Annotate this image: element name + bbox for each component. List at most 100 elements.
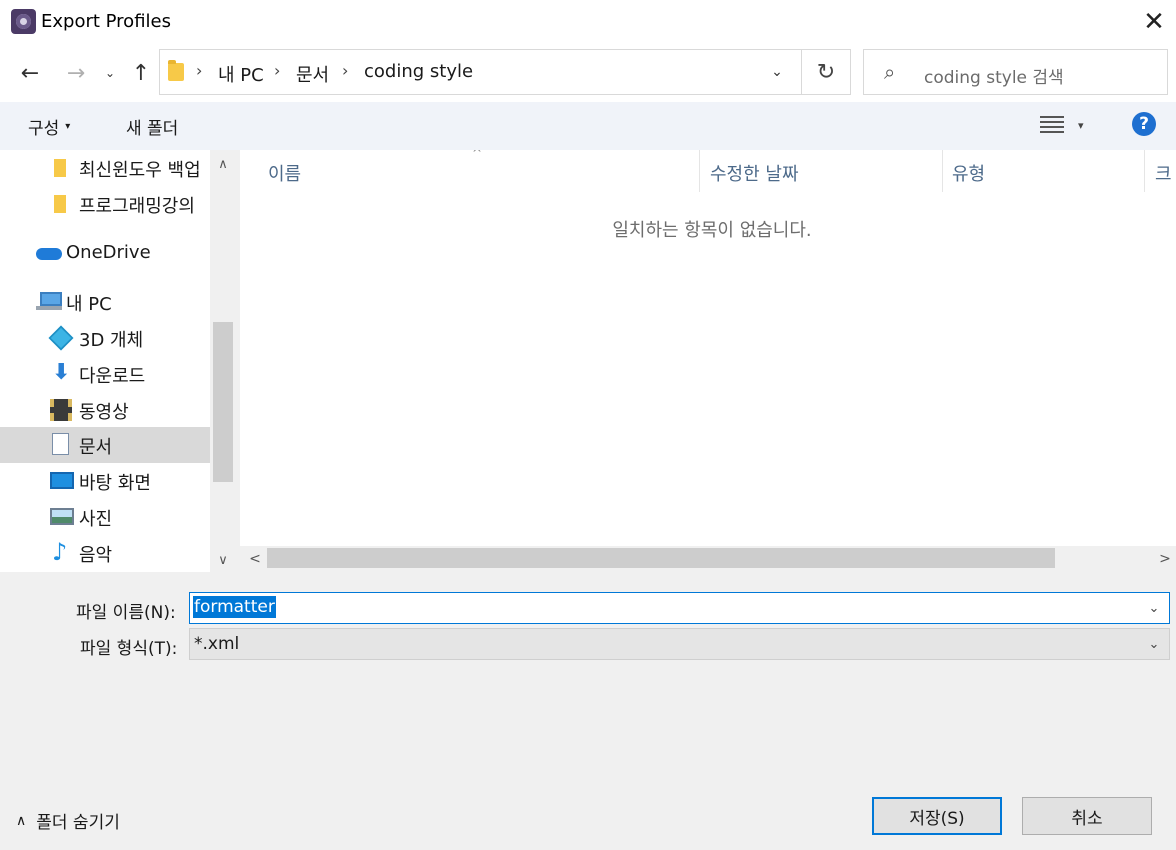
refresh-button[interactable]: ↻ xyxy=(802,50,850,94)
sidebar-item-label: 내 PC xyxy=(66,294,112,315)
sidebar-item-windows-backup[interactable]: 최신윈도우 백업 xyxy=(0,150,210,186)
sidebar-item-label: 3D 개체 xyxy=(79,330,144,351)
desktop-icon xyxy=(50,472,74,489)
close-button[interactable]: ✕ xyxy=(1132,0,1176,44)
filename-input[interactable]: formatter ⌄ xyxy=(189,592,1170,624)
chevron-down-icon: ⌄ xyxy=(771,64,783,80)
breadcrumb-separator: › xyxy=(274,61,281,80)
address-dropdown-button[interactable]: ⌄ xyxy=(762,58,792,86)
horizontal-scrollbar[interactable]: < > xyxy=(240,546,1176,572)
caret-down-icon: ▾ xyxy=(1078,118,1084,132)
filename-label: 파일 이름(N): xyxy=(76,603,176,623)
column-header-name[interactable]: 이름 xyxy=(268,160,301,186)
sidebar-item-label: 최신윈도우 백업 xyxy=(79,160,201,181)
breadcrumb-separator: › xyxy=(342,61,349,80)
back-button[interactable]: ← xyxy=(14,58,46,88)
scrollbar-thumb[interactable] xyxy=(213,322,233,482)
chevron-up-icon: ∧ xyxy=(218,156,228,172)
sidebar-item-label: 문서 xyxy=(79,437,113,458)
sidebar-item-label: 음악 xyxy=(79,545,113,566)
sidebar-item-label: 바탕 화면 xyxy=(79,473,151,494)
filetype-label: 파일 형식(T): xyxy=(80,639,178,659)
breadcrumb-mypc[interactable]: 내 PC xyxy=(218,61,264,87)
chevron-down-icon: ⌄ xyxy=(1148,600,1160,616)
breadcrumb-coding-style[interactable]: coding style xyxy=(364,61,473,82)
column-divider[interactable] xyxy=(942,150,943,192)
filetype-select[interactable]: *.xml ⌄ xyxy=(189,628,1170,660)
filetype-value: *.xml xyxy=(194,634,240,654)
cloud-icon xyxy=(36,248,62,260)
sidebar-item-music[interactable]: ♪ 음악 xyxy=(0,535,210,571)
column-header-size[interactable]: 크 xyxy=(1155,160,1172,186)
sidebar-item-downloads[interactable]: ⬇ 다운로드 xyxy=(0,356,210,392)
folder-icon xyxy=(168,60,184,81)
scroll-left-button[interactable]: < xyxy=(244,546,266,572)
column-divider[interactable] xyxy=(1144,150,1145,192)
scroll-down-button[interactable]: ∨ xyxy=(210,548,236,572)
filename-dropdown-button[interactable]: ⌄ xyxy=(1141,595,1167,621)
arrow-left-icon: ← xyxy=(20,60,40,86)
sidebar-item-documents[interactable]: 문서 xyxy=(0,427,210,463)
chevron-right-icon: > xyxy=(1159,551,1171,567)
search-placeholder: coding style 검색 xyxy=(924,68,1064,88)
sidebar-item-videos[interactable]: 동영상 xyxy=(0,392,210,428)
scroll-right-button[interactable]: > xyxy=(1154,546,1176,572)
search-input[interactable]: ⌕ coding style 검색 xyxy=(863,49,1168,95)
navigation-pane: 최신윈도우 백업 프로그래밍강의 OneDrive 내 PC 3D 개체 ⬇ 다… xyxy=(0,150,236,572)
folder-icon xyxy=(54,195,66,213)
save-button[interactable]: 저장(S) xyxy=(872,797,1002,835)
scroll-up-button[interactable]: ∧ xyxy=(210,152,236,176)
help-button[interactable]: ? xyxy=(1132,112,1156,136)
breadcrumb-documents[interactable]: 문서 xyxy=(296,61,329,87)
chevron-down-icon: ⌄ xyxy=(1148,636,1160,652)
command-bar: 구성 ▾ 새 폴더 ▾ xyxy=(0,102,1176,150)
sidebar-item-label: 다운로드 xyxy=(79,366,146,387)
hide-folders-button[interactable]: ∧ 폴더 숨기기 xyxy=(16,808,120,834)
view-options-button[interactable]: ▾ xyxy=(1040,114,1084,136)
empty-folder-message: 일치하는 항목이 없습니다. xyxy=(612,220,812,241)
organize-label: 구성 xyxy=(28,119,60,139)
cancel-button[interactable]: 취소 xyxy=(1022,797,1152,835)
sidebar-item-pictures[interactable]: 사진 xyxy=(0,499,210,535)
up-button[interactable]: ↑ xyxy=(126,58,156,88)
file-list: ^ 이름 수정한 날짜 유형 크 일치하는 항목이 없습니다. < > xyxy=(240,150,1176,572)
scrollbar-thumb[interactable] xyxy=(267,548,1055,568)
cube-icon xyxy=(48,325,74,351)
hide-folders-label: 폴더 숨기기 xyxy=(36,813,120,833)
chevron-down-icon: ⌄ xyxy=(104,66,116,80)
arrow-right-icon: → xyxy=(66,60,86,86)
column-divider[interactable] xyxy=(699,150,700,192)
filetype-dropdown-button[interactable]: ⌄ xyxy=(1141,631,1167,657)
computer-icon xyxy=(40,292,62,306)
chevron-left-icon: < xyxy=(249,551,261,567)
column-header-date-modified[interactable]: 수정한 날짜 xyxy=(710,160,799,186)
document-icon xyxy=(52,433,69,455)
chevron-down-icon: ∨ xyxy=(218,552,228,568)
organize-button[interactable]: 구성 ▾ xyxy=(28,114,70,139)
details-view-icon xyxy=(1040,114,1064,136)
sidebar-item-onedrive[interactable]: OneDrive xyxy=(0,236,210,272)
navigation-bar: ← → ⌄ ↑ › 내 PC › 문서 › coding style ⌄ ↻ ⌕… xyxy=(0,44,1176,102)
sidebar-item-programming-lecture[interactable]: 프로그래밍강의 xyxy=(0,186,210,222)
sidebar-item-label: 사진 xyxy=(79,509,113,530)
forward-button[interactable]: → xyxy=(60,58,92,88)
music-icon: ♪ xyxy=(52,538,68,566)
caret-down-icon: ▾ xyxy=(65,121,71,132)
sidebar-item-my-pc[interactable]: 내 PC xyxy=(0,284,210,320)
new-folder-button[interactable]: 새 폴더 xyxy=(126,114,178,139)
sidebar-item-3d-objects[interactable]: 3D 개체 xyxy=(0,320,210,356)
pictures-icon xyxy=(50,508,74,525)
sidebar-item-desktop[interactable]: 바탕 화면 xyxy=(0,463,210,499)
recent-locations-button[interactable]: ⌄ xyxy=(100,58,120,88)
title-bar: Export Profiles ✕ xyxy=(0,0,1176,44)
download-icon: ⬇ xyxy=(52,360,71,385)
sidebar-item-label: OneDrive xyxy=(66,242,151,263)
column-header-type[interactable]: 유형 xyxy=(952,160,985,186)
filename-value: formatter xyxy=(193,596,276,618)
arrow-up-icon: ↑ xyxy=(131,60,151,86)
sort-indicator-icon: ^ xyxy=(472,150,483,160)
chevron-up-icon: ∧ xyxy=(16,812,27,829)
sidebar-scrollbar[interactable]: ∧ ∨ xyxy=(210,150,236,572)
address-bar[interactable]: › 내 PC › 문서 › coding style ⌄ ↻ xyxy=(159,49,851,95)
search-icon: ⌕ xyxy=(884,60,896,84)
